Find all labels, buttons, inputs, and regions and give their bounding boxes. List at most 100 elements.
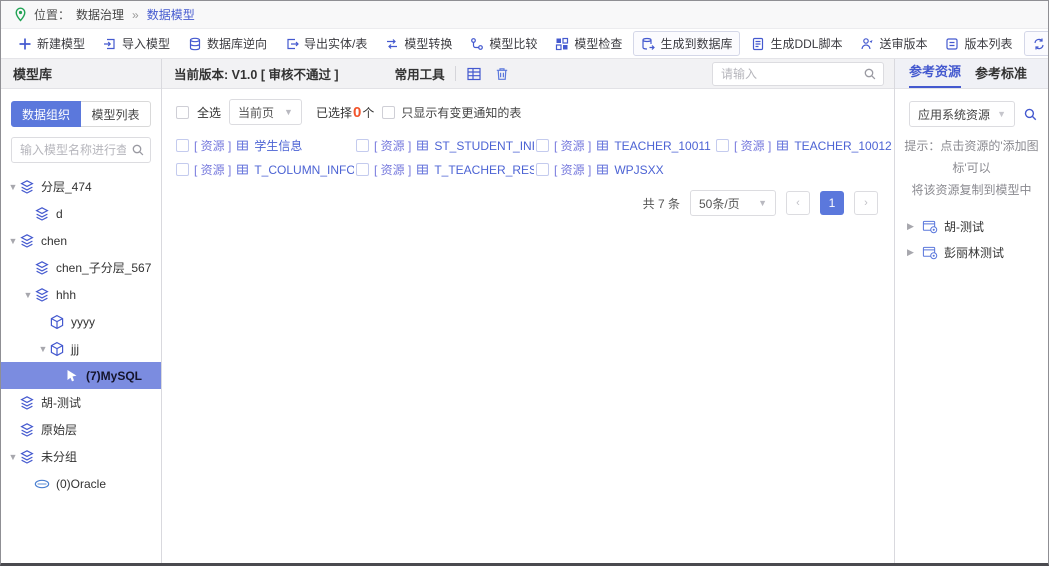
tree-item[interactable]: ▼hhh — [1, 281, 161, 308]
toolbar-new-model-button[interactable]: 新建模型 — [11, 32, 92, 55]
plus-icon — [18, 37, 32, 51]
resource-name-link[interactable]: TEACHER_10012 — [794, 139, 891, 153]
current-page-button[interactable]: 1 — [820, 191, 844, 215]
caret-down-icon[interactable]: ▼ — [7, 182, 19, 192]
table-tool-button[interactable] — [466, 66, 482, 82]
caret-down-icon[interactable]: ▼ — [7, 452, 19, 462]
changed-only-checkbox[interactable] — [382, 106, 395, 119]
tab-ref-standards[interactable]: 参考标准 — [975, 63, 1027, 88]
resource-name-link[interactable]: ST_STUDENT_INFO — [434, 139, 534, 153]
main-header: 当前版本: V1.0 [ 审核不通过 ] 常用工具 — [162, 59, 894, 89]
resource-checkbox[interactable] — [536, 163, 549, 176]
compare-icon — [470, 37, 484, 51]
resource-checkbox[interactable] — [536, 139, 549, 152]
tree-item[interactable]: ▼分层_474 — [1, 173, 161, 200]
toolbar-export-entity-button[interactable]: 导出实体/表 — [278, 32, 374, 55]
delete-tool-button[interactable] — [494, 66, 510, 82]
reference-tree-item[interactable]: ▶胡-测试 — [907, 213, 1048, 239]
resource-checkbox[interactable] — [176, 163, 189, 176]
toolbar-model-check-button[interactable]: 模型检查 — [548, 32, 629, 55]
resource-checkbox[interactable] — [356, 139, 369, 152]
toolbar-import-model-button[interactable]: 导入模型 — [96, 32, 177, 55]
search-icon[interactable] — [863, 67, 877, 81]
tree-item-label: chen — [41, 234, 67, 248]
tab-model-list[interactable]: 模型列表 — [81, 101, 151, 127]
tree-item[interactable]: d — [1, 200, 161, 227]
caret-right-icon[interactable]: ▶ — [907, 247, 917, 258]
main-search-input[interactable] — [712, 62, 884, 86]
caret-down-icon[interactable]: ▼ — [22, 290, 34, 300]
tree-item[interactable]: (0)Oracle — [1, 470, 161, 497]
toolbar-version-list-button[interactable]: 版本列表 — [938, 32, 1019, 55]
resource-checkbox[interactable] — [716, 139, 729, 152]
breadcrumb-separator: » — [132, 8, 139, 22]
main-search — [712, 62, 884, 86]
model-search — [11, 137, 151, 163]
toolbar-generate-to-db-label: 生成到数据库 — [660, 35, 732, 52]
common-tools-label: 常用工具 — [395, 64, 445, 83]
resource-item: [ 资源 ]T_COLUMN_INFO — [176, 161, 354, 178]
breadcrumb-current[interactable]: 数据模型 — [147, 6, 195, 23]
breadcrumb-root[interactable]: 数据治理 — [76, 6, 124, 23]
tree-item-label: chen_子分层_567 — [56, 259, 151, 276]
toolbar-change-button[interactable]: 变更 — [1024, 31, 1049, 56]
pagination-total: 共 7 条 — [643, 195, 680, 212]
page-size-select[interactable]: 50条/页 ▼ — [690, 190, 776, 216]
layers-icon — [34, 287, 50, 303]
res-table-icon — [596, 163, 609, 176]
resource-tag: [ 资源 ] — [194, 137, 231, 154]
location-pin-icon — [13, 7, 28, 22]
hint-text: 提示：点击资源的'添加图标'可以 将该资源复制到模型中 — [895, 127, 1048, 205]
prev-page-button[interactable]: ‹ — [786, 191, 810, 215]
caret-down-icon[interactable]: ▼ — [37, 344, 49, 354]
toolbar-db-reverse-button[interactable]: 数据库逆向 — [181, 32, 274, 55]
resource-type-row: 应用系统资源 ▼ — [895, 89, 1048, 127]
tree-item[interactable]: ▼ jjj — [1, 335, 161, 362]
search-icon[interactable] — [1023, 107, 1038, 122]
model-library-title: 模型库 — [1, 59, 161, 89]
change-icon — [1032, 37, 1046, 51]
resource-name-link[interactable]: TEACHER_10011 — [614, 139, 711, 153]
tree-item[interactable]: ▼ chen — [1, 227, 161, 254]
tab-data-org[interactable]: 数据组织 — [11, 101, 81, 127]
chevron-down-icon: ▼ — [997, 109, 1006, 119]
toolbar-model-transform-label: 模型转换 — [404, 35, 452, 52]
caret-right-icon[interactable]: ▶ — [907, 221, 917, 232]
next-page-button[interactable]: › — [854, 191, 878, 215]
caret-down-icon[interactable]: ▼ — [7, 236, 19, 246]
res-table-icon — [776, 139, 789, 152]
toolbar-submit-version-button[interactable]: 送审版本 — [853, 32, 934, 55]
tree-item[interactable]: chen_子分层_567 — [1, 254, 161, 281]
toolbar-model-compare-button[interactable]: 模型比较 — [463, 32, 544, 55]
tree-item-label: jjj — [71, 342, 79, 356]
toolbar-version-list-label: 版本列表 — [964, 35, 1012, 52]
breadcrumb-label: 位置： — [34, 6, 70, 23]
resource-checkbox[interactable] — [176, 139, 189, 152]
resource-name-link[interactable]: T_COLUMN_INFO — [254, 163, 354, 177]
resource-type-select[interactable]: 应用系统资源 ▼ — [909, 101, 1015, 127]
model-search-input[interactable] — [11, 137, 151, 163]
resource-name-link[interactable]: WPJSXX — [614, 163, 663, 177]
tree-item[interactable]: yyyy — [1, 308, 161, 335]
toolbar-generate-ddl-button[interactable]: 生成DDL脚本 — [744, 32, 849, 55]
search-icon[interactable] — [131, 143, 145, 157]
tree-item[interactable]: 胡-测试 — [1, 389, 161, 416]
toolbar-generate-to-db-button[interactable]: 生成到数据库 — [633, 31, 740, 56]
select-all-checkbox[interactable] — [176, 106, 189, 119]
tree-item[interactable]: 原始层 — [1, 416, 161, 443]
page-scope-select[interactable]: 当前页 ▼ — [229, 99, 302, 125]
reference-tree-item[interactable]: ▶彭丽林测试 — [907, 239, 1048, 265]
tree-item[interactable]: ▼未分组 — [1, 443, 161, 470]
resource-name-link[interactable]: T_TEACHER_RESEARCH — [434, 163, 534, 177]
resource-checkbox[interactable] — [356, 163, 369, 176]
toolbar-model-transform-button[interactable]: 模型转换 — [378, 32, 459, 55]
tree-item[interactable]: (7)MySQL — [1, 362, 161, 389]
app-system-icon — [922, 245, 939, 260]
resource-name-link[interactable]: 学生信息 — [254, 137, 302, 154]
resource-item: [ 资源 ] WPJSXX — [536, 161, 714, 178]
resource-tag: [ 资源 ] — [554, 161, 591, 178]
cube-icon — [49, 314, 65, 330]
layers-icon — [19, 449, 35, 465]
tab-ref-resources[interactable]: 参考资源 — [909, 61, 961, 88]
resource-item: [ 资源 ]TEACHER_10011 — [536, 137, 714, 154]
